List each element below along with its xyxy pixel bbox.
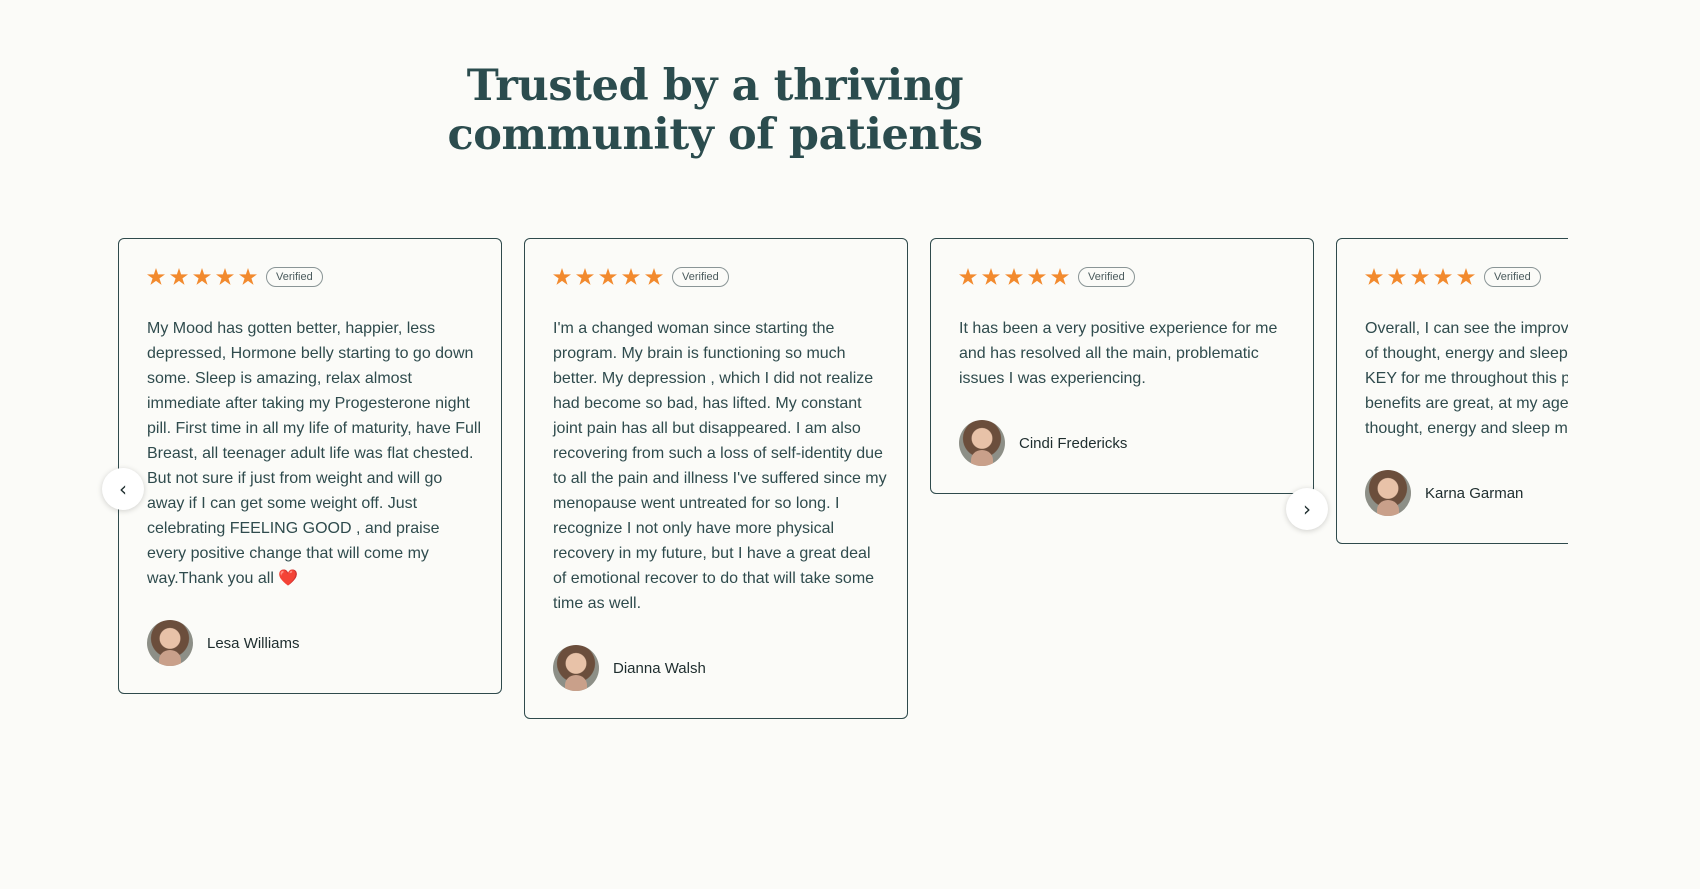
- star-icon: [553, 268, 571, 285]
- star-icon: [216, 268, 234, 285]
- author-name: Lesa Williams: [207, 634, 300, 652]
- avatar: [147, 620, 193, 666]
- review-author: Cindi Fredericks: [959, 420, 1285, 466]
- star-icon: [1434, 268, 1452, 285]
- star-icon: [1051, 268, 1069, 285]
- heading-line-2: community of patients: [447, 110, 983, 160]
- author-name: Cindi Fredericks: [1019, 434, 1128, 452]
- review-card: Verified It has been a very positive exp…: [930, 238, 1314, 494]
- star-icon: [170, 268, 188, 285]
- star-icon: [1411, 268, 1429, 285]
- review-author: Dianna Walsh: [553, 645, 879, 691]
- star-icon: [645, 268, 663, 285]
- star-icon: [193, 268, 211, 285]
- star-icon: [239, 268, 257, 285]
- star-icon: [147, 268, 165, 285]
- star-icon: [1365, 268, 1383, 285]
- author-name: Karna Garman: [1425, 484, 1524, 502]
- verified-badge: Verified: [672, 267, 729, 287]
- rating-row: Verified: [1365, 267, 1568, 287]
- author-name: Dianna Walsh: [613, 659, 706, 677]
- avatar: [553, 645, 599, 691]
- review-author: Lesa Williams: [147, 620, 473, 666]
- review-text: I'm a changed woman since starting the p…: [553, 320, 887, 612]
- star-rating: [147, 268, 257, 286]
- chevron-left-icon: ‹: [119, 477, 127, 501]
- avatar: [959, 420, 1005, 466]
- chevron-right-icon: ›: [1303, 497, 1311, 521]
- review-card: Verified Overall, I can see the improvem…: [1336, 238, 1568, 544]
- rating-row: Verified: [553, 267, 879, 287]
- star-icon: [959, 268, 977, 285]
- star-rating: [553, 268, 663, 286]
- star-icon: [1028, 268, 1046, 285]
- star-icon: [622, 268, 640, 285]
- verified-badge: Verified: [266, 267, 323, 287]
- verified-badge: Verified: [1078, 267, 1135, 287]
- review-text: My Mood has gotten better, happier, less…: [147, 320, 482, 587]
- verified-badge: Verified: [1484, 267, 1541, 287]
- heading-line-1: Trusted by a thriving: [466, 61, 964, 111]
- review-author: Karna Garman: [1365, 470, 1568, 516]
- star-icon: [1457, 268, 1475, 285]
- review-text: It has been a very positive experience f…: [959, 320, 1278, 387]
- carousel-next-button[interactable]: ›: [1286, 488, 1328, 530]
- review-card: Verified I'm a changed woman since start…: [524, 238, 908, 719]
- star-icon: [1005, 268, 1023, 285]
- rating-row: Verified: [959, 267, 1285, 287]
- star-icon: [982, 268, 1000, 285]
- section-heading: Trusted by a thriving community of patie…: [0, 62, 1430, 160]
- star-rating: [959, 268, 1069, 286]
- avatar: [1365, 470, 1411, 516]
- review-card: Verified My Mood has gotten better, happ…: [118, 238, 502, 694]
- star-rating: [1365, 268, 1475, 286]
- star-icon: [1388, 268, 1406, 285]
- testimonials-section: Trusted by a thriving community of patie…: [0, 0, 1568, 889]
- rating-row: Verified: [147, 267, 473, 287]
- star-icon: [599, 268, 617, 285]
- carousel-prev-button[interactable]: ‹: [102, 468, 144, 510]
- review-text: Overall, I can see the improvements in c…: [1365, 320, 1568, 437]
- star-icon: [576, 268, 594, 285]
